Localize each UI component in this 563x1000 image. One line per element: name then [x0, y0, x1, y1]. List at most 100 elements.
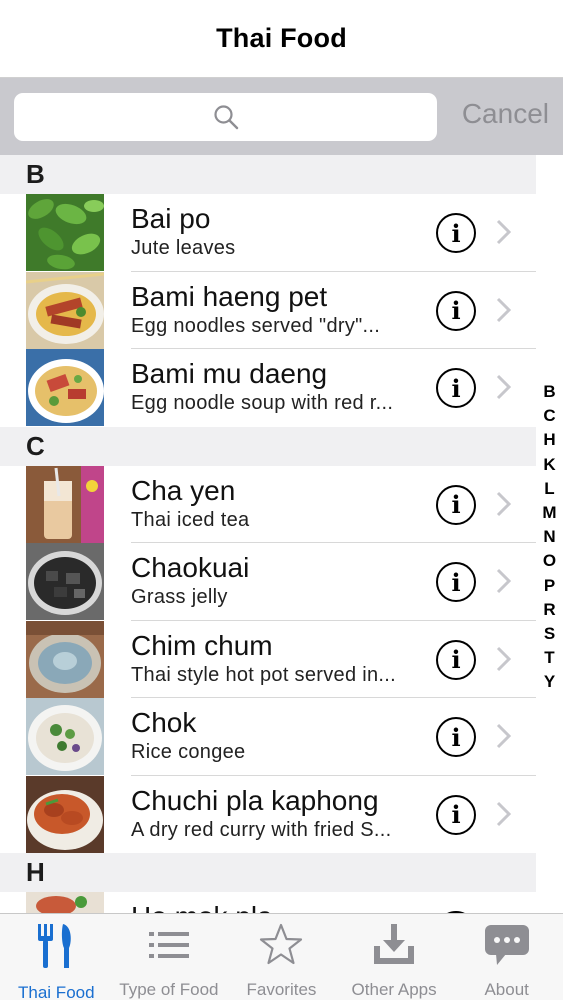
item-subtitle: Egg noodle soup with red r... [131, 392, 394, 414]
item-subtitle: Egg noodles served "dry"... [131, 314, 381, 337]
tab-about[interactable]: About [450, 914, 563, 1000]
tab-label: About [484, 980, 529, 999]
list-item[interactable]: Ho mok pla i [0, 892, 536, 913]
chevron-right-icon [496, 723, 512, 749]
item-title: Chim chum [131, 629, 273, 661]
index-letter-p[interactable]: P [544, 574, 555, 598]
speech-bubble-icon [483, 922, 531, 967]
item-subtitle: Thai style hot pot served in... [131, 663, 396, 686]
duck-noodles-photo [26, 271, 104, 349]
star-icon [257, 922, 305, 967]
hot-pot-photo [26, 620, 104, 698]
tab-type-of-food[interactable]: Type of Food [113, 914, 226, 1000]
row-text: Chuchi pla kaphong A dry red curry with … [131, 784, 416, 842]
tab-bar: Thai Food Type of Food Favorites Other A… [0, 913, 563, 1000]
list-icon [145, 922, 193, 967]
list-item[interactable]: Chuchi pla kaphong A dry red curry with … [0, 775, 536, 853]
info-button[interactable]: i [436, 213, 476, 253]
search-input[interactable] [14, 93, 437, 141]
index-letter-m[interactable]: M [542, 501, 556, 525]
chevron-right-icon [496, 374, 512, 400]
section-header-c: C [0, 426, 536, 466]
index-letter-n[interactable]: N [543, 525, 555, 549]
iced-tea-photo [26, 465, 104, 543]
info-icon: i [451, 722, 461, 752]
row-text: Chim chum Thai style hot pot served in..… [131, 629, 416, 687]
item-title: Chuchi pla kaphong [131, 784, 379, 816]
chevron-right-icon [496, 568, 512, 594]
info-icon: i [451, 490, 461, 519]
download-tray-icon [370, 922, 418, 967]
list-item[interactable]: Bami haeng pet Egg noodles served "dry".… [0, 271, 536, 349]
list-item[interactable]: Chaokuai Grass jelly i [0, 543, 536, 621]
item-subtitle: Rice congee [131, 741, 246, 763]
row-text: Ho mok pla [131, 900, 416, 913]
info-button[interactable]: i [436, 639, 476, 680]
info-button[interactable]: i [436, 717, 476, 757]
list-item[interactable]: Bami mu daeng Egg noodle soup with red r… [0, 349, 536, 427]
search-field[interactable] [14, 93, 437, 141]
chevron-right-icon [496, 801, 512, 826]
index-letter-h[interactable]: H [543, 428, 555, 452]
info-button[interactable]: i [436, 484, 476, 525]
cancel-button[interactable]: Cancel [462, 98, 549, 130]
page-title: Thai Food [216, 23, 347, 53]
info-button[interactable]: i [436, 794, 476, 835]
jute-leaves-photo [26, 194, 104, 271]
index-letter-c[interactable]: C [543, 404, 555, 428]
tab-label: Type of Food [119, 980, 219, 999]
section-header-h: H [0, 853, 536, 892]
red-curry-photo [26, 775, 104, 853]
index-letter-y[interactable]: Y [544, 670, 555, 694]
index-letter-k[interactable]: K [543, 453, 555, 477]
item-title: Bai po [131, 203, 211, 234]
info-icon: i [451, 645, 461, 674]
list-item[interactable]: Bai po Jute leaves i [0, 194, 536, 272]
tab-favorites[interactable]: Favorites [225, 914, 338, 1000]
row-text: Bami haeng pet Egg noodles served "dry".… [131, 280, 416, 338]
tab-other-apps[interactable]: Other Apps [338, 914, 451, 1000]
index-letter-t[interactable]: T [544, 646, 554, 670]
chevron-right-icon [496, 646, 512, 671]
tab-thai-food[interactable]: Thai Food [0, 914, 113, 1000]
item-subtitle: Grass jelly [131, 586, 228, 608]
info-icon: i [451, 373, 461, 403]
chevron-right-icon [496, 297, 512, 322]
info-icon: i [451, 800, 461, 829]
search-bar: Cancel [0, 78, 563, 155]
item-title: Bami haeng pet [131, 280, 328, 312]
item-subtitle: Jute leaves [131, 237, 236, 259]
section-index[interactable]: B C H K L M N O P R S T Y [536, 380, 563, 695]
item-title: Chaokuai [131, 552, 250, 583]
list-item[interactable]: Chim chum Thai style hot pot served in..… [0, 620, 536, 698]
info-button[interactable]: i [436, 290, 476, 331]
item-title: Bami mu daeng [131, 358, 328, 389]
index-letter-b[interactable]: B [543, 380, 555, 404]
index-letter-l[interactable]: L [544, 477, 554, 501]
section-header-b: B [0, 155, 536, 194]
index-letter-o[interactable]: O [543, 549, 556, 573]
info-button[interactable]: i [436, 368, 476, 408]
row-text: Bai po Jute leaves [131, 202, 416, 260]
chevron-right-icon [496, 219, 512, 245]
item-subtitle: Thai iced tea [131, 508, 250, 531]
info-icon: i [451, 567, 461, 597]
fork-knife-icon [32, 922, 80, 970]
item-title: Chok [131, 707, 197, 738]
row-text: Cha yen Thai iced tea [131, 474, 416, 532]
index-letter-s[interactable]: S [544, 622, 555, 646]
tab-label: Other Apps [351, 980, 437, 999]
info-icon: i [451, 218, 461, 248]
info-icon: i [451, 296, 461, 325]
food-list[interactable]: B Bai po Jute leaves i Bami haeng pet Eg… [0, 155, 536, 913]
row-text: Chaokuai Grass jelly [131, 551, 416, 609]
item-title: Ho mok pla [131, 900, 416, 913]
tab-label: Thai Food [18, 983, 95, 1000]
info-button[interactable]: i [436, 562, 476, 602]
list-item[interactable]: Cha yen Thai iced tea i [0, 465, 536, 543]
list-item[interactable]: Chok Rice congee i [0, 698, 536, 776]
row-text: Bami mu daeng Egg noodle soup with red r… [131, 357, 416, 415]
chevron-right-icon [496, 491, 512, 516]
ho-mok-photo [26, 892, 104, 913]
index-letter-r[interactable]: R [543, 598, 555, 622]
